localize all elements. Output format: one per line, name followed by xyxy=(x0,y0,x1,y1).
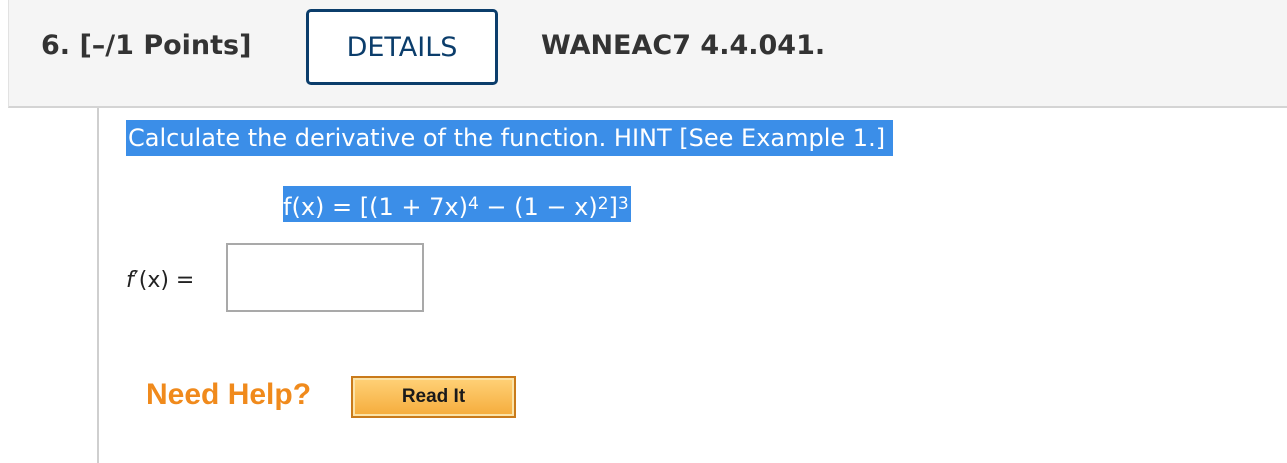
function-formula: f(x) = [(1 + 7x)4 − (1 − x)2]3 xyxy=(283,186,631,222)
answer-input[interactable] xyxy=(226,243,424,312)
question-header: 6. [–/1 Points] DETAILS WANEAC7 4.4.041. xyxy=(8,0,1287,108)
details-button[interactable]: DETAILS xyxy=(306,9,498,85)
question-body-rule xyxy=(97,108,99,463)
question-number-points: 6. [–/1 Points] xyxy=(41,30,252,61)
formula-exponent-2: 2 xyxy=(597,194,609,214)
read-it-button[interactable]: Read It xyxy=(351,376,516,418)
derivative-label: f′(x) = xyxy=(126,268,194,293)
formula-lhs: f(x) = [(1 + 7x) xyxy=(283,193,468,221)
formula-exponent-1: 4 xyxy=(467,194,479,214)
formula-middle: − (1 − x) xyxy=(478,193,598,221)
problem-prompt: Calculate the derivative of the function… xyxy=(126,120,894,156)
need-help-label: Need Help? xyxy=(146,378,312,411)
derivative-label-f: f xyxy=(126,268,134,293)
formula-exponent-3: 3 xyxy=(617,194,629,214)
formula-close: ] xyxy=(608,193,618,221)
derivative-label-rest: ′(x) = xyxy=(133,268,195,293)
question-code: WANEAC7 4.4.041. xyxy=(541,30,826,61)
